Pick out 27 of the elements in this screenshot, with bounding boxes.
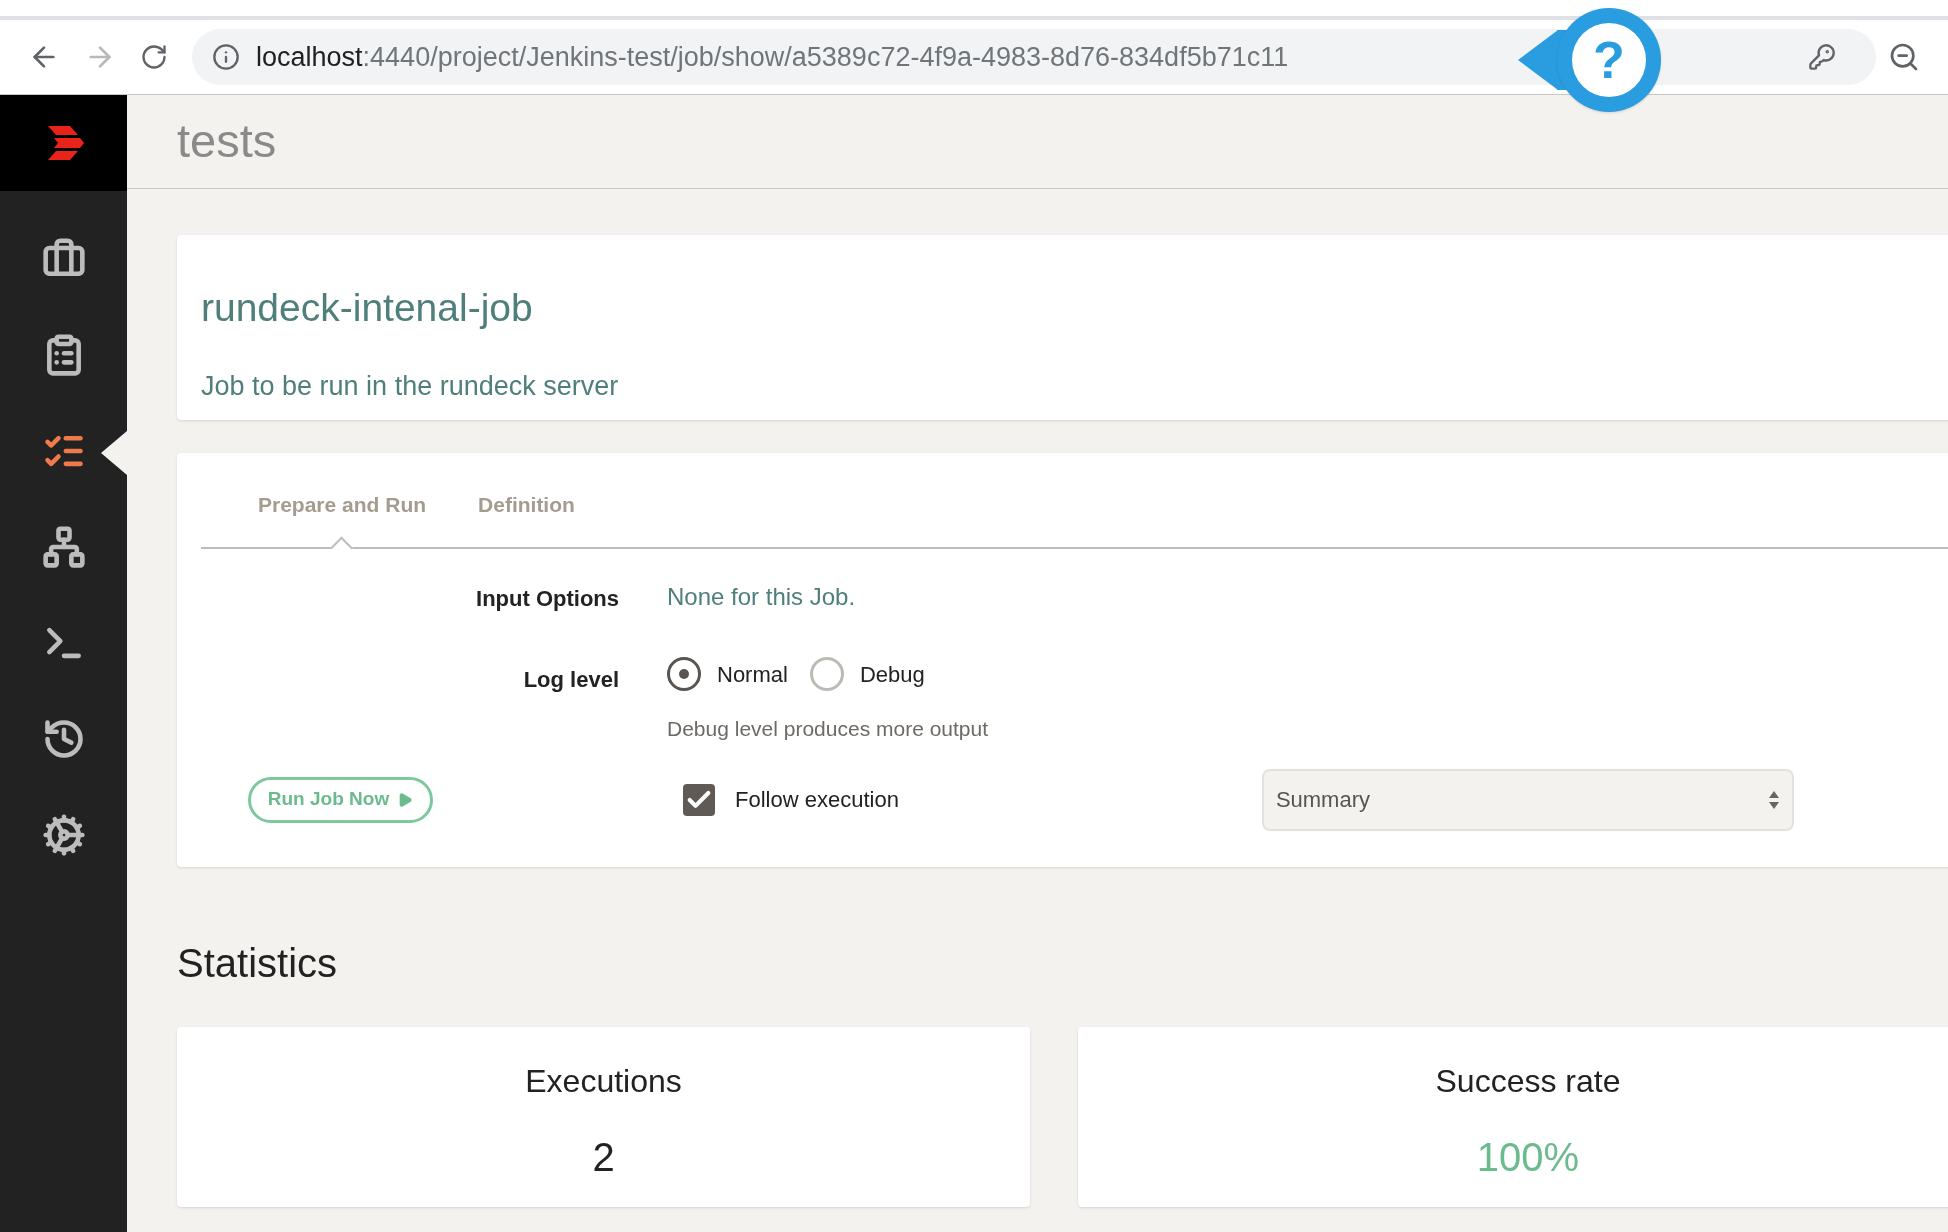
- stat-value: 2: [592, 1133, 615, 1181]
- stat-label: Executions: [525, 1061, 682, 1101]
- radio-option[interactable]: Normal: [667, 657, 788, 691]
- job-name: rundeck-intenal-job: [201, 285, 534, 331]
- field-label: Log level: [522, 666, 619, 694]
- select-arrows-icon: [1767, 789, 1780, 810]
- field-label: Input Options: [475, 585, 619, 613]
- project-title: tests: [177, 113, 277, 170]
- output-select[interactable]: Summary: [1261, 768, 1794, 831]
- input-options-value: None for this Job.: [667, 582, 857, 612]
- stat-value: 100%: [1476, 1133, 1580, 1181]
- radio-button[interactable]: [667, 657, 701, 691]
- stat-label: Success rate: [1435, 1061, 1621, 1101]
- statistics-heading: Statistics: [177, 939, 339, 987]
- job-description: Job to be run in the rundeck server: [201, 369, 620, 403]
- follow-execution-option[interactable]: Follow execution: [683, 783, 899, 816]
- checkbox[interactable]: [683, 783, 715, 816]
- info-icon[interactable]: [212, 43, 240, 71]
- selection-pointer: [101, 431, 127, 475]
- hierarchy-icon: [41, 525, 86, 569]
- reload-icon[interactable]: [140, 43, 168, 71]
- radio-button[interactable]: [809, 657, 844, 691]
- key-icon[interactable]: [1808, 43, 1836, 71]
- radio-option[interactable]: Debug: [809, 657, 925, 691]
- log-level-hint: Debug level produces more output: [667, 716, 990, 742]
- zoom-out-icon[interactable]: [1888, 41, 1920, 73]
- play-icon: [397, 791, 414, 808]
